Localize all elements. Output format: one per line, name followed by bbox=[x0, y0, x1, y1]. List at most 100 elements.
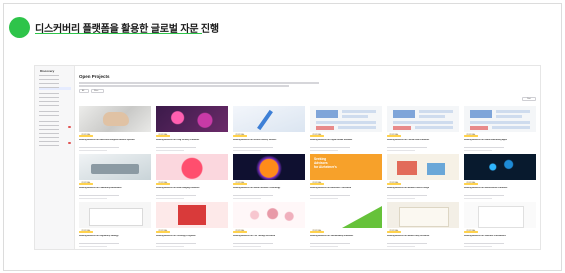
project-thumbnail bbox=[464, 202, 536, 228]
project-card[interactable]: PROPOSAL Seeking Advisors for Brain Imagi… bbox=[156, 154, 228, 204]
sidebar: Discovery bbox=[35, 66, 75, 249]
sidebar-item[interactable] bbox=[39, 101, 71, 104]
project-thumbnail bbox=[387, 106, 459, 132]
project-card[interactable]: PROPOSAL Seeking Advisors for Regulatory … bbox=[79, 202, 151, 249]
status-badge: PROPOSAL bbox=[387, 231, 401, 234]
sidebar-item[interactable] bbox=[39, 137, 71, 140]
project-card[interactable]: PROPOSAL Seeking Advisors for Insulin Del… bbox=[233, 106, 305, 156]
project-meta-line bbox=[464, 246, 492, 248]
project-meta-line bbox=[79, 150, 107, 152]
sidebar-item[interactable] bbox=[39, 79, 71, 82]
project-title: Seeking Advisors for Oncology Programs bbox=[156, 235, 196, 237]
project-card[interactable]: PROPOSAL Seeking Advisors for Market Entr… bbox=[387, 202, 459, 249]
project-thumbnail bbox=[233, 202, 305, 228]
project-card[interactable]: PROPOSAL Seeking Advisors for Clinical Da… bbox=[387, 106, 459, 156]
project-title: Seeking Advisors for Alzheimer's Researc… bbox=[310, 187, 352, 189]
sidebar-item-label bbox=[39, 137, 59, 139]
project-meta-line bbox=[79, 198, 107, 200]
sort-button[interactable]: Sort bbox=[522, 97, 536, 101]
project-card[interactable]: PROPOSAL Seeking Advisors for Medical Dev… bbox=[387, 154, 459, 204]
project-card[interactable]: PROPOSAL Seeking Advisors for Cell Therap… bbox=[233, 202, 305, 249]
project-thumbnail bbox=[387, 154, 459, 180]
sidebar-item-label bbox=[39, 133, 59, 135]
sidebar-item[interactable] bbox=[39, 129, 71, 132]
sidebar-item[interactable] bbox=[39, 97, 71, 100]
project-thumbnail bbox=[464, 106, 536, 132]
project-meta-line bbox=[387, 147, 427, 149]
project-card[interactable]: PROPOSAL Seeking Advisors for Neuroscienc… bbox=[464, 154, 536, 204]
status-badge: PROPOSAL bbox=[156, 135, 170, 138]
sidebar-item[interactable] bbox=[39, 133, 71, 136]
sidebar-item-label bbox=[39, 87, 59, 89]
project-card[interactable]: PROPOSAL Seeking Advisors for Health Moni… bbox=[464, 106, 536, 156]
sidebar-item-label bbox=[39, 121, 59, 123]
project-meta-line bbox=[310, 246, 338, 248]
sidebar-item[interactable] bbox=[39, 115, 71, 118]
status-badge: PROPOSAL bbox=[464, 183, 478, 186]
project-thumbnail bbox=[464, 154, 536, 180]
filter-button[interactable]: Filter bbox=[91, 89, 104, 93]
project-card[interactable]: PROPOSAL Seeking Advisors for Digital Hea… bbox=[310, 106, 382, 156]
project-title: Seeking Advisors for Regulatory Strategy bbox=[79, 235, 119, 237]
sidebar-item-label bbox=[39, 93, 59, 95]
project-title: Seeking Advisors for Medical Device Desi… bbox=[387, 187, 430, 189]
project-meta-line bbox=[156, 195, 196, 197]
project-meta-line bbox=[387, 195, 427, 197]
project-card[interactable]: PROPOSAL Seeking Advisors for Oncology Pr… bbox=[156, 202, 228, 249]
project-meta-line bbox=[387, 243, 427, 245]
project-title: Seeking Advisors for Sustainability Init… bbox=[310, 235, 354, 237]
project-title: Seeking Advisors for Scientific Publicat… bbox=[464, 235, 506, 237]
sidebar-item[interactable] bbox=[39, 87, 71, 90]
sidebar-item-label bbox=[39, 145, 59, 147]
status-badge: PROPOSAL bbox=[79, 135, 93, 138]
project-card[interactable]: PROPOSAL Seeking Advisors for Hand-Held S… bbox=[79, 106, 151, 156]
project-meta-line bbox=[387, 150, 415, 152]
sidebar-item[interactable] bbox=[39, 105, 71, 108]
project-thumbnail bbox=[79, 202, 151, 228]
sidebar-item-label bbox=[39, 79, 59, 81]
sidebar-count-badge bbox=[68, 125, 71, 128]
project-card[interactable]: PROPOSAL Seeking Advisors for Sustainabil… bbox=[310, 202, 382, 249]
sidebar-item[interactable] bbox=[39, 141, 71, 144]
page-description-line bbox=[79, 85, 289, 87]
sidebar-item[interactable] bbox=[39, 125, 71, 128]
page-description-line bbox=[79, 82, 319, 84]
project-meta-line bbox=[464, 150, 492, 152]
sidebar-item[interactable] bbox=[39, 145, 71, 148]
sidebar-item-label bbox=[39, 105, 59, 107]
sidebar-item-label bbox=[39, 111, 59, 113]
project-thumbnail bbox=[156, 106, 228, 132]
sidebar-item[interactable] bbox=[39, 121, 71, 124]
project-meta-line bbox=[464, 198, 492, 200]
project-card[interactable]: Seeking Advisors for Alzheimer's PROPOSAL Se… bbox=[310, 154, 382, 204]
status-badge: PROPOSAL bbox=[310, 231, 324, 234]
project-title: Seeking Advisors for Drug Delivery Platf… bbox=[156, 139, 200, 141]
sidebar-item[interactable] bbox=[39, 111, 71, 114]
status-badge: PROPOSAL bbox=[79, 231, 93, 234]
project-meta-line bbox=[79, 195, 119, 197]
project-meta-line bbox=[233, 198, 261, 200]
project-thumbnail bbox=[79, 106, 151, 132]
sidebar-item-label bbox=[39, 83, 59, 85]
project-thumbnail: Seeking Advisors for Alzheimer's bbox=[310, 154, 382, 180]
project-card[interactable]: PROPOSAL Seeking Advisors for Drug Delive… bbox=[156, 106, 228, 156]
project-meta-line bbox=[310, 195, 350, 197]
sidebar-item[interactable] bbox=[39, 75, 71, 78]
project-meta-line bbox=[310, 147, 350, 149]
status-badge: PROPOSAL bbox=[310, 183, 324, 186]
sidebar-item[interactable] bbox=[39, 93, 71, 96]
project-card[interactable]: PROPOSAL Seeking Advisors for Laboratory … bbox=[79, 154, 151, 204]
main-content: Open Projects All Filter Sort PROPOSAL Se… bbox=[79, 66, 540, 249]
thumbnail-headline: for Alzheimer's bbox=[314, 165, 337, 170]
project-meta-line bbox=[156, 147, 196, 149]
project-title: Seeking Advisors for Insulin Delivery De… bbox=[233, 139, 277, 141]
status-badge: PROPOSAL bbox=[387, 183, 401, 186]
status-badge: PROPOSAL bbox=[79, 183, 93, 186]
project-title: Seeking Advisors for Digital Health Soft… bbox=[310, 139, 353, 141]
sidebar-brand: Discovery bbox=[40, 69, 55, 73]
project-card[interactable]: PROPOSAL Seeking Advisors for Neural Inte… bbox=[233, 154, 305, 204]
filter-button-all[interactable]: All bbox=[79, 89, 89, 93]
sidebar-item[interactable] bbox=[39, 83, 71, 86]
project-meta-line bbox=[310, 243, 350, 245]
project-card[interactable]: PROPOSAL Seeking Advisors for Scientific … bbox=[464, 202, 536, 249]
